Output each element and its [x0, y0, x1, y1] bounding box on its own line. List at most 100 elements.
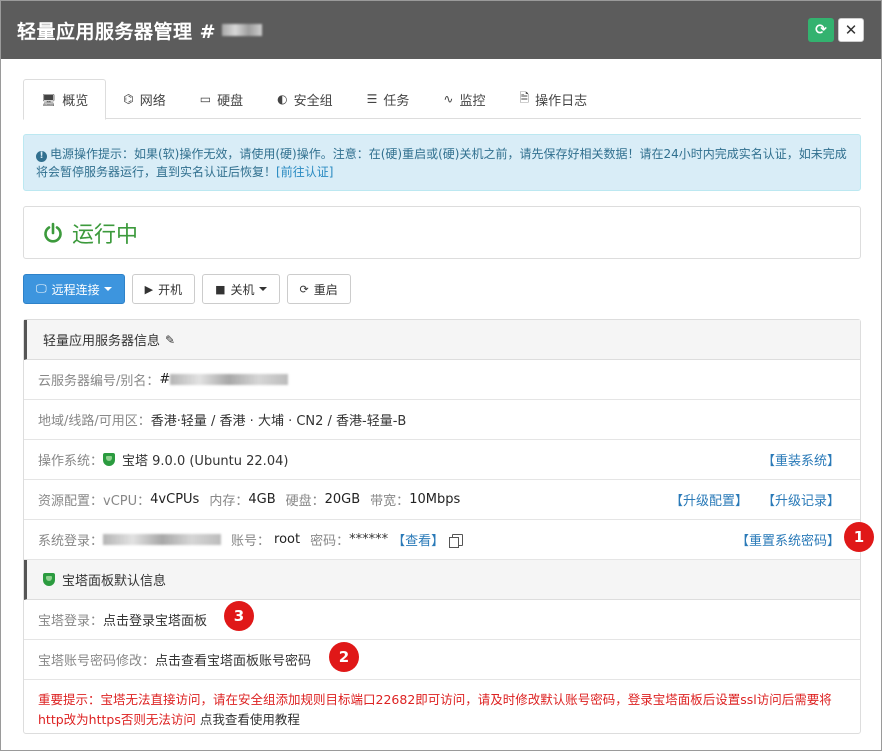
view-password-link[interactable]: 【查看】: [392, 530, 444, 549]
tab-disk[interactable]: ▭ 硬盘: [183, 79, 260, 119]
refresh-button[interactable]: ⟳: [808, 18, 834, 42]
button-label: 远程连接: [51, 282, 100, 297]
bt-password-link[interactable]: 点击查看宝塔面板账号密码: [155, 650, 311, 669]
vcpu-label: vCPU：: [103, 494, 151, 509]
mem-value: 4GB: [248, 492, 276, 507]
tab-label: 任务: [383, 93, 410, 109]
row-label: 地域/线路/可用区：: [38, 414, 151, 429]
caret-down-icon: [103, 287, 112, 291]
tab-monitor[interactable]: ∿ 监控: [426, 79, 502, 119]
os-row: 操作系统： 宝塔 9.0.0 (Ubuntu 22.04) 【重装系统】: [24, 440, 860, 480]
hdd-icon: ▭: [199, 92, 212, 106]
login-row: 系统登录： 账号： root 密码： ****** 【查看】 【重置系统密码】: [24, 520, 860, 560]
row-label: 操作系统：: [38, 454, 104, 469]
close-button[interactable]: ✕: [838, 18, 864, 42]
row-label: 宝塔登录：: [38, 614, 104, 629]
bt-shield-icon: [103, 453, 116, 466]
dialog-title: 轻量应用服务器管理 #: [17, 20, 217, 43]
copy-icon[interactable]: [449, 533, 464, 548]
bt-panel-title: 宝塔面板默认信息: [62, 574, 167, 589]
running-status: 运行中: [72, 222, 139, 248]
heartbeat-icon: ∿: [443, 92, 454, 106]
row-label: 资源配置：: [38, 494, 104, 509]
verify-link[interactable]: [前往认证]: [276, 165, 333, 179]
tab-label: 操作日志: [535, 93, 588, 109]
power-icon: [44, 222, 62, 243]
bandwidth-value: 10Mbps: [409, 492, 461, 507]
bt-login-link[interactable]: 点击登录宝塔面板: [103, 610, 207, 629]
shield-icon: ◐: [277, 92, 288, 106]
password-value: ******: [349, 532, 389, 547]
file-icon: 🗎: [519, 90, 530, 105]
reinstall-link[interactable]: 【重装系统】: [762, 450, 840, 469]
shutdown-button[interactable]: ■ 关机: [202, 274, 280, 304]
panel-title: 轻量应用服务器信息: [43, 334, 161, 349]
password-label: 密码：: [310, 534, 350, 549]
login-ip-masked: [103, 534, 222, 545]
start-button[interactable]: ▶ 开机: [131, 274, 196, 304]
server-id-value: #: [159, 372, 171, 387]
upgrade-config-link[interactable]: 【升级配置】: [670, 490, 748, 509]
dialog-header: 轻量应用服务器管理 # ⟳ ✕: [1, 1, 881, 59]
step-badge-2: 2: [329, 642, 359, 672]
region-row: 地域/线路/可用区： 香港·轻量 / 香港 · 大埔 · CN2 / 香港-轻量…: [24, 400, 860, 440]
important-notice: 重要提示：宝塔无法直接访问，请在安全组添加规则目标端口22682即可访问，请及时…: [24, 680, 860, 740]
bt-password-row: 宝塔账号密码修改： 点击查看宝塔面板账号密码: [24, 640, 860, 680]
stop-icon: ■: [215, 282, 226, 296]
row-label: 云服务器编号/别名：: [38, 374, 160, 389]
status-box: 运行中: [23, 206, 861, 259]
bt-shield-icon: [43, 573, 55, 586]
reset-password-link[interactable]: 【重置系统密码】: [736, 530, 840, 549]
tab-label: 概览: [62, 94, 89, 109]
tab-operation-log[interactable]: 🗎 操作日志: [502, 79, 604, 119]
server-info-panel: 轻量应用服务器信息 ✎ 云服务器编号/别名： # 地域/线路/可用区： 香港·轻…: [23, 319, 861, 734]
tab-tasks[interactable]: ☰ 任务: [350, 79, 427, 119]
close-icon: ✕: [844, 21, 858, 39]
bandwidth-label: 带宽：: [370, 494, 410, 509]
power-tip-alert: ! 电源操作提示：如果(软)操作无效，请使用(硬)操作。注意：在(硬)重启或(硬)…: [23, 134, 861, 191]
action-toolbar: 🖵 远程连接 ▶ 开机 ■ 关机 ⟳ 重启: [23, 274, 351, 304]
row-label: 宝塔账号密码修改：: [38, 654, 156, 669]
server-alias-masked: [170, 374, 289, 385]
play-icon: ▶: [144, 282, 154, 296]
alert-text: 电源操作提示：如果(软)操作无效，请使用(硬)操作。注意：在(硬)重启或(硬)关…: [36, 147, 847, 179]
tab-security-group[interactable]: ◐ 安全组: [260, 79, 350, 119]
disk-value: 20GB: [324, 492, 361, 507]
step-badge-1: 1: [844, 522, 874, 552]
server-manage-dialog: 轻量应用服务器管理 # ⟳ ✕ 🖥 概览 ⌬ 网络 ▭ 硬盘 ◐ 安全组 ☰ 任务 ∿ 监控…: [0, 0, 882, 751]
mem-label: 内存：: [209, 494, 249, 509]
remote-connect-button[interactable]: 🖵 远程连接: [23, 274, 125, 304]
tutorial-link[interactable]: 点我查看使用教程: [200, 712, 300, 727]
caret-down-icon: [258, 287, 267, 291]
tab-label: 硬盘: [217, 93, 244, 109]
account-value: root: [274, 532, 301, 547]
monitor-icon: 🖵: [36, 282, 47, 295]
restart-button[interactable]: ⟳ 重启: [286, 274, 351, 304]
tab-label: 安全组: [293, 93, 333, 109]
vcpu-value: 4vCPUs: [150, 492, 200, 507]
monitor-icon: 🖥: [41, 92, 57, 107]
button-label: 重启: [313, 282, 338, 297]
sitemap-icon: ⌬: [123, 92, 134, 106]
step-badge-3: 3: [224, 601, 254, 631]
row-label: 系统登录：: [38, 534, 104, 549]
edit-icon[interactable]: ✎: [165, 333, 175, 347]
tab-network[interactable]: ⌬ 网络: [106, 79, 183, 119]
disk-label: 硬盘：: [285, 494, 325, 509]
refresh-icon: ⟳: [299, 282, 309, 296]
notice-text: 重要提示：宝塔无法直接访问，请在安全组添加规则目标端口22682即可访问，请及时…: [38, 692, 832, 727]
server-id-masked: [222, 24, 263, 36]
account-label: 账号：: [231, 534, 271, 549]
tab-bar: 🖥 概览 ⌬ 网络 ▭ 硬盘 ◐ 安全组 ☰ 任务 ∿ 监控 🗎 操作日志: [23, 79, 861, 120]
upgrade-log-link[interactable]: 【升级记录】: [762, 490, 840, 509]
button-label: 开机: [158, 282, 183, 297]
os-value: 宝塔 9.0.0 (Ubuntu 22.04): [122, 454, 289, 469]
server-id-row: 云服务器编号/别名： #: [24, 360, 860, 400]
tab-overview[interactable]: 🖥 概览: [23, 79, 107, 120]
refresh-icon: ⟳: [815, 22, 827, 38]
tab-label: 监控: [459, 93, 486, 109]
region-value: 香港·轻量 / 香港 · 大埔 · CN2 / 香港-轻量-B: [150, 414, 407, 429]
bt-panel-heading: 宝塔面板默认信息: [24, 560, 860, 600]
tab-label: 网络: [139, 93, 166, 109]
panel-heading: 轻量应用服务器信息 ✎: [24, 320, 860, 360]
